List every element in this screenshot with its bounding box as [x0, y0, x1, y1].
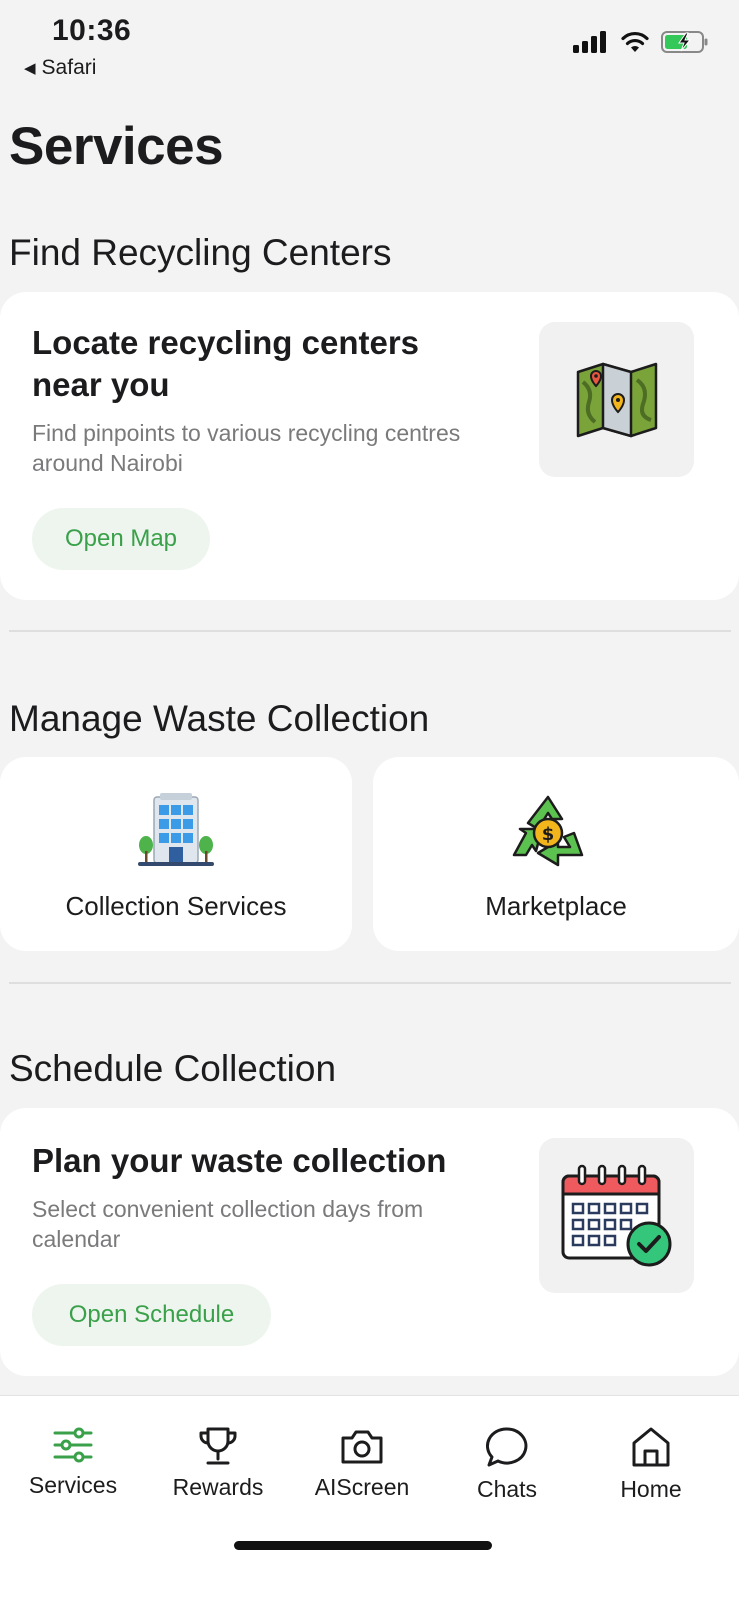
collection-services-label: Collection Services [65, 891, 287, 921]
collection-services-card[interactable]: Collection Services [0, 757, 352, 951]
schedule-card: Plan your waste collection Select conven… [0, 1108, 739, 1376]
chat-bubble-icon [485, 1427, 528, 1467]
cellular-signal-icon [573, 31, 606, 53]
schedule-section-title: Schedule Collection [9, 1048, 337, 1089]
tab-chats-label: Chats [476, 1476, 538, 1502]
back-arrow-icon: ◀ [24, 60, 36, 77]
svg-text:$: $ [542, 824, 555, 845]
schedule-description: Select convenient collection days from c… [32, 1196, 424, 1252]
recycling-headline: Locate recycling centers near you [32, 324, 420, 403]
marketplace-card[interactable]: $ Marketplace [373, 757, 739, 951]
tab-chats[interactable]: Chats [437, 1426, 577, 1503]
marketplace-label: Marketplace [485, 891, 627, 921]
camera-icon [341, 1430, 383, 1464]
tab-services[interactable]: Services [3, 1426, 143, 1499]
home-icon [632, 1427, 670, 1467]
tab-rewards-label: Rewards [172, 1474, 264, 1500]
home-indicator [234, 1541, 492, 1550]
sliders-icon [53, 1427, 93, 1463]
open-schedule-button[interactable]: Open Schedule [32, 1284, 271, 1346]
map-icon-tile [539, 322, 694, 477]
tab-rewards[interactable]: Rewards [148, 1426, 288, 1501]
battery-charging-icon [661, 31, 708, 53]
tab-services-label: Services [28, 1472, 118, 1498]
tab-home[interactable]: Home [581, 1426, 721, 1503]
trophy-icon [199, 1427, 237, 1465]
divider [9, 630, 731, 632]
calendar-check-icon [561, 1164, 671, 1266]
schedule-headline: Plan your waste collection [32, 1142, 447, 1179]
tab-bar: Services Rewards AIScreen Chats Home [0, 1395, 739, 1600]
tab-home-label: Home [620, 1476, 682, 1502]
wifi-icon [621, 31, 649, 52]
tab-aiscreen-label: AIScreen [314, 1474, 410, 1500]
status-icons [573, 30, 709, 54]
recycling-description: Find pinpoints to various recycling cent… [32, 420, 461, 476]
building-icon [136, 793, 216, 874]
calendar-icon-tile [539, 1138, 694, 1293]
map-icon [576, 362, 657, 437]
waste-section-title: Manage Waste Collection [9, 698, 430, 739]
status-bar: 10:36 ◀ Safari [0, 0, 739, 90]
tab-aiscreen[interactable]: AIScreen [292, 1426, 432, 1501]
recycling-card: Locate recycling centers near you Find p… [0, 292, 739, 600]
back-to-app-link[interactable]: ◀ Safari [24, 56, 96, 80]
recycle-money-icon: $ [508, 793, 588, 874]
back-app-label: Safari [41, 56, 97, 79]
divider [9, 982, 731, 984]
status-time: 10:36 [52, 14, 132, 47]
page-title: Services [9, 117, 224, 176]
open-map-button[interactable]: Open Map [32, 508, 210, 570]
recycling-section-title: Find Recycling Centers [9, 232, 392, 273]
